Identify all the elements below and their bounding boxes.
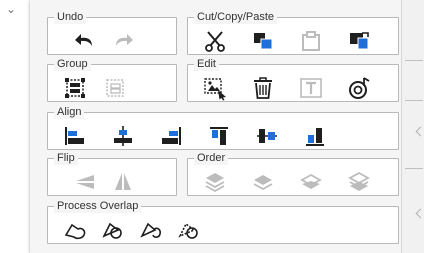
- align-top-button[interactable]: [206, 123, 232, 149]
- send-to-back-button[interactable]: [346, 169, 372, 195]
- scissors-icon: [205, 31, 225, 52]
- flip-vertical-button[interactable]: [72, 169, 98, 195]
- order-group-title: Order: [194, 151, 229, 165]
- text-icon: [300, 78, 322, 98]
- paste-button[interactable]: [298, 28, 324, 54]
- canvas-line: [405, 100, 423, 101]
- process-overlap-group-title: Process Overlap: [54, 199, 142, 213]
- group-button[interactable]: [62, 75, 88, 101]
- canvas-line: [405, 168, 423, 169]
- group-group: Group: [47, 57, 177, 102]
- canvas-edge: [401, 0, 424, 253]
- collapse-chevron-icon[interactable]: ⌄: [6, 2, 16, 16]
- flip-vertical-icon: [76, 175, 94, 189]
- trash-icon: [254, 77, 272, 99]
- undo-group: Undo: [47, 10, 177, 55]
- undo-group-title: Undo: [54, 10, 87, 24]
- attach-icon: [349, 77, 370, 99]
- group-icon: [65, 78, 85, 98]
- bring-forward-button[interactable]: [250, 169, 276, 195]
- canvas-line: [405, 60, 423, 61]
- send-backward-button[interactable]: [298, 169, 324, 195]
- paste-special-icon: [350, 32, 369, 50]
- redo-button[interactable]: [110, 28, 136, 54]
- send-backward-icon: [300, 173, 322, 189]
- bring-forward-icon: [253, 175, 273, 191]
- ungroup-icon: [106, 79, 124, 97]
- paste-special-button[interactable]: [346, 28, 372, 54]
- align-center-icon: [114, 126, 132, 146]
- overlap-union-icon: [64, 223, 86, 240]
- cut-button[interactable]: [202, 28, 228, 54]
- left-strip: ⌄: [0, 0, 30, 253]
- delete-button[interactable]: [250, 75, 276, 101]
- align-center-button[interactable]: [110, 123, 136, 149]
- select-edit-icon: [204, 78, 226, 101]
- flip-group-title: Flip: [54, 151, 78, 165]
- flip-horizontal-button[interactable]: [110, 169, 136, 195]
- align-middle-button[interactable]: [254, 123, 280, 149]
- select-edit-button[interactable]: [202, 75, 228, 101]
- order-group: Order: [187, 151, 399, 196]
- align-left-button[interactable]: [62, 123, 88, 149]
- overlap-union-button[interactable]: [62, 217, 88, 243]
- canvas-marker-icon: [415, 208, 424, 219]
- align-left-icon: [65, 127, 84, 145]
- process-overlap-group: Process Overlap: [47, 199, 399, 244]
- cut-copy-paste-group-title: Cut/Copy/Paste: [194, 10, 278, 24]
- align-middle-icon: [257, 129, 277, 143]
- paste-icon: [302, 31, 320, 51]
- align-group: Align: [47, 105, 399, 150]
- send-to-back-icon: [348, 171, 370, 191]
- align-right-icon: [162, 127, 181, 145]
- edit-group: Edit: [187, 57, 399, 102]
- copy-button[interactable]: [250, 28, 276, 54]
- edit-group-title: Edit: [194, 57, 219, 71]
- text-button[interactable]: [298, 75, 324, 101]
- canvas-marker-icon: [415, 126, 424, 137]
- undo-button[interactable]: [72, 28, 98, 54]
- ungroup-button[interactable]: [102, 75, 128, 101]
- undo-arrow-icon: [75, 34, 92, 46]
- flip-horizontal-icon: [115, 173, 131, 190]
- overlap-exclude-button[interactable]: [176, 217, 202, 243]
- copy-icon: [254, 33, 273, 50]
- attach-button[interactable]: [346, 75, 372, 101]
- align-group-title: Align: [54, 105, 85, 119]
- bring-to-front-button[interactable]: [202, 169, 228, 195]
- redo-arrow-icon: [116, 34, 133, 46]
- overlap-subtract-icon: [102, 222, 122, 239]
- edit-toolbar-panel: Undo Cut/Copy/Paste Group Edit Align Fli…: [30, 0, 401, 253]
- overlap-subtract-button[interactable]: [100, 217, 126, 243]
- overlap-intersect-icon: [140, 222, 161, 238]
- align-top-icon: [210, 127, 228, 145]
- align-bottom-icon: [306, 128, 324, 146]
- align-right-button[interactable]: [158, 123, 184, 149]
- align-bottom-button[interactable]: [302, 123, 328, 149]
- bring-to-front-icon: [205, 173, 225, 193]
- group-group-title: Group: [54, 57, 91, 71]
- overlap-intersect-button[interactable]: [138, 217, 164, 243]
- cut-copy-paste-group: Cut/Copy/Paste: [187, 10, 399, 55]
- flip-group: Flip: [47, 151, 177, 196]
- overlap-exclude-icon: [178, 222, 198, 239]
